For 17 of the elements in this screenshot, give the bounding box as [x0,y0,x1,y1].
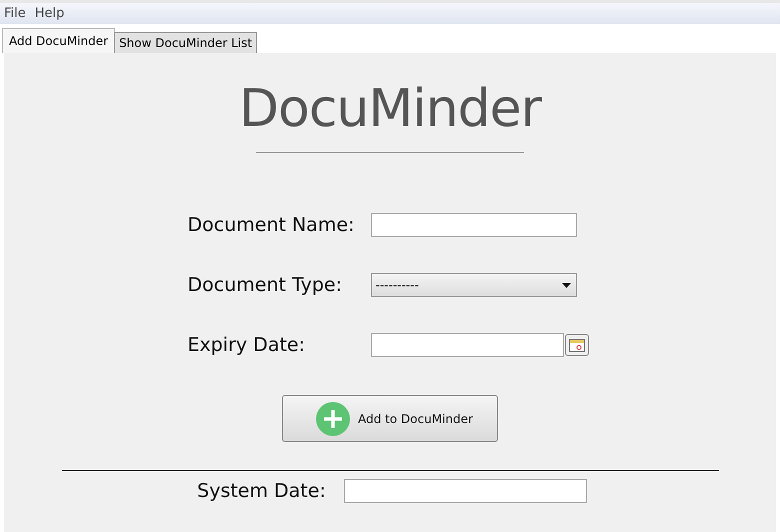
dropdown[interactable]: ---------- [370,273,576,298]
logo: DocuMinder [238,81,542,138]
field-label: Document Name: [188,214,356,236]
calendar-button[interactable] [564,334,588,356]
menu-item[interactable]: File [4,6,26,21]
field-label: Document Type: [188,274,344,296]
input-field[interactable] [370,213,576,238]
plus-icon [316,402,350,436]
input-field[interactable] [344,479,587,504]
field-label: System Date: [197,480,326,502]
caret-icon [562,282,570,288]
tab[interactable]: Add DocuMinder [2,28,116,53]
tab[interactable]: Show DocuMinder List [114,32,258,53]
field-label: Expiry Date: [188,334,306,356]
menu-item[interactable]: Help [34,6,64,21]
date-field[interactable] [370,333,564,358]
add-button[interactable]: Add to DocuMinder [282,395,498,442]
